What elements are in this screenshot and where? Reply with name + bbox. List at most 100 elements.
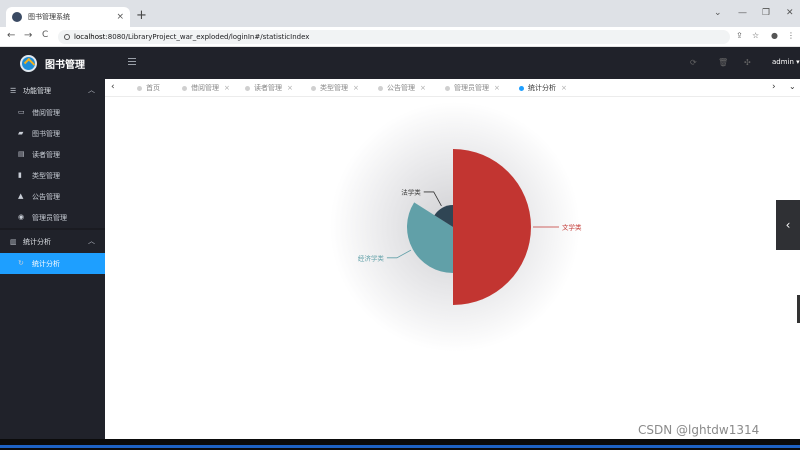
chevron-up-icon: ︿ xyxy=(88,86,95,94)
logo-icon xyxy=(20,54,37,72)
brand: 图书管理 xyxy=(0,47,105,79)
close-icon[interactable]: × xyxy=(287,84,293,92)
browser-tab-title: 图书管理系统 xyxy=(28,13,70,21)
tab-admins[interactable]: 管理员管理 × xyxy=(445,83,500,93)
user-menu[interactable]: admin ▾ xyxy=(772,58,800,66)
close-icon[interactable]: × xyxy=(224,84,230,92)
tab-label: 公告管理 xyxy=(387,84,415,92)
sidebar-item-label: 借阅管理 xyxy=(32,108,60,117)
browser-tab[interactable]: 图书管理系统 × xyxy=(6,7,130,27)
restore-icon[interactable]: ❐ xyxy=(762,8,770,18)
taskbar xyxy=(0,439,800,450)
sidebar-item-types[interactable]: ▮ 类型管理 xyxy=(0,165,105,186)
tab-label: 统计分析 xyxy=(528,84,556,92)
drawer-toggle-button[interactable]: ‹ xyxy=(776,200,800,250)
tab-dot xyxy=(519,85,524,91)
tab-search-icon[interactable]: ⌄ xyxy=(714,8,722,18)
share-icon[interactable]: ⇪ xyxy=(736,31,743,40)
url-field[interactable]: localhost:8080/LibraryProject_war_explod… xyxy=(58,30,730,44)
url-path: :8080/LibraryProject_war_exploded/loginI… xyxy=(105,33,310,41)
taskbar-progress xyxy=(0,445,800,448)
calendar-icon: ▭ xyxy=(18,108,25,116)
tabs-dropdown-icon[interactable]: ⌄ xyxy=(789,82,796,91)
tab-statistics[interactable]: 统计分析 × xyxy=(519,83,567,93)
card-icon: ▤ xyxy=(18,150,25,158)
book-icon: ▰ xyxy=(18,129,24,137)
tab-dot xyxy=(182,85,187,91)
sidebar-item-admins[interactable]: ◉ 管理员管理 xyxy=(0,207,105,228)
close-icon[interactable]: × xyxy=(353,84,359,92)
sidebar-item-label: 统计分析 xyxy=(32,259,60,268)
file-icon: ▮ xyxy=(18,171,22,179)
close-icon[interactable]: × xyxy=(420,84,426,92)
main-content: 文学类 经济学类 法学类 xyxy=(105,97,800,439)
sidebar-item-books[interactable]: ▰ 图书管理 xyxy=(0,123,105,144)
sidebar-item-label: 公告管理 xyxy=(32,192,60,201)
tabs-prev-icon[interactable]: ‹ xyxy=(111,82,115,92)
sidebar-group-label: 统计分析 xyxy=(23,237,51,246)
trash-icon[interactable]: 🗑 xyxy=(718,58,728,67)
chevron-up-icon: ︿ xyxy=(88,237,95,245)
page-tabs: ‹ 首页 借阅管理 × 读者管理 × 类型管理 × 公告管理 × 管理员管理 ×… xyxy=(105,79,800,97)
sidebar-item-label: 图书管理 xyxy=(32,129,60,138)
sidebar-item-borrow[interactable]: ▭ 借阅管理 xyxy=(0,102,105,123)
sidebar-item-label: 类型管理 xyxy=(32,171,60,180)
tab-label: 首页 xyxy=(146,84,160,92)
address-bar: ← → C localhost:8080/LibraryProject_war_… xyxy=(0,27,800,47)
close-window-icon[interactable]: ✕ xyxy=(786,8,794,18)
tab-dot xyxy=(311,85,316,91)
back-icon[interactable]: ← xyxy=(7,30,15,41)
browser-menu-icon[interactable]: ⋮ xyxy=(787,31,795,40)
minimize-icon[interactable]: — xyxy=(738,8,747,18)
site-info-icon[interactable] xyxy=(64,34,70,40)
tab-types[interactable]: 类型管理 × xyxy=(311,83,359,93)
profile-icon[interactable]: ● xyxy=(771,31,778,40)
list-icon: ☰ xyxy=(10,86,17,95)
reload-icon[interactable]: C xyxy=(42,30,48,40)
sidebar-group-function[interactable]: ☰ 功能管理 ︿ xyxy=(0,79,105,102)
new-tab-button[interactable]: + xyxy=(136,9,147,23)
close-tab-icon[interactable]: × xyxy=(116,12,124,22)
sidebar-item-label: 读者管理 xyxy=(32,150,60,159)
refresh-icon[interactable]: ⟳ xyxy=(690,58,697,67)
tabs-next-icon[interactable]: › xyxy=(772,82,776,92)
app-header: 图书管理 ⟳ 🗑 ✣ admin ▾ xyxy=(0,47,800,79)
sidebar-item-label: 管理员管理 xyxy=(32,213,67,222)
tab-borrow[interactable]: 借阅管理 × xyxy=(182,83,230,93)
sidebar: ☰ 功能管理 ︿ ▭ 借阅管理 ▰ 图书管理 ▤ 读者管理 ▮ 类型管理 ▲ 公… xyxy=(0,79,105,439)
sidebar-item-notices[interactable]: ▲ 公告管理 xyxy=(0,186,105,207)
slice-label: 法学类 xyxy=(401,187,421,196)
sidebar-item-readers[interactable]: ▤ 读者管理 xyxy=(0,144,105,165)
tab-dot xyxy=(137,85,142,91)
favicon-icon xyxy=(12,12,22,22)
tab-label: 读者管理 xyxy=(254,84,282,92)
tab-label: 借阅管理 xyxy=(191,84,219,92)
tab-home[interactable]: 首页 xyxy=(137,83,160,93)
tab-dot xyxy=(245,85,250,91)
forward-icon[interactable]: → xyxy=(24,30,32,41)
browser-tab-bar: 图书管理系统 × + ⌄ — ❐ ✕ xyxy=(0,0,800,27)
bookmark-star-icon[interactable]: ☆ xyxy=(752,31,759,40)
tab-dot xyxy=(378,85,383,91)
brand-name: 图书管理 xyxy=(45,59,85,71)
url-host: localhost xyxy=(74,33,106,41)
url-text: localhost:8080/LibraryProject_war_explod… xyxy=(74,33,309,41)
sidebar-group-statistics[interactable]: ▥ 统计分析 ︿ xyxy=(0,230,105,253)
tab-readers[interactable]: 读者管理 × xyxy=(245,83,293,93)
tab-label: 类型管理 xyxy=(320,84,348,92)
sidebar-item-statistics[interactable]: ↻ 统计分析 xyxy=(0,253,105,274)
rose-chart: 文学类经济学类 法学类 xyxy=(330,102,582,352)
refresh-icon: ↻ xyxy=(18,259,24,267)
user-circle-icon: ◉ xyxy=(18,213,25,221)
watermark: CSDN @lghtdw1314 xyxy=(638,423,760,437)
slice-label: 文学类 xyxy=(562,223,582,232)
bell-icon: ▲ xyxy=(18,192,24,200)
tab-dot xyxy=(445,85,450,91)
tab-label: 管理员管理 xyxy=(454,84,489,92)
menu-toggle-icon[interactable] xyxy=(128,58,136,65)
close-icon[interactable]: × xyxy=(494,84,500,92)
tab-notices[interactable]: 公告管理 × xyxy=(378,83,426,93)
sidebar-group-label: 功能管理 xyxy=(23,86,51,95)
close-icon[interactable]: × xyxy=(561,84,567,92)
fullscreen-icon[interactable]: ✣ xyxy=(744,58,751,67)
